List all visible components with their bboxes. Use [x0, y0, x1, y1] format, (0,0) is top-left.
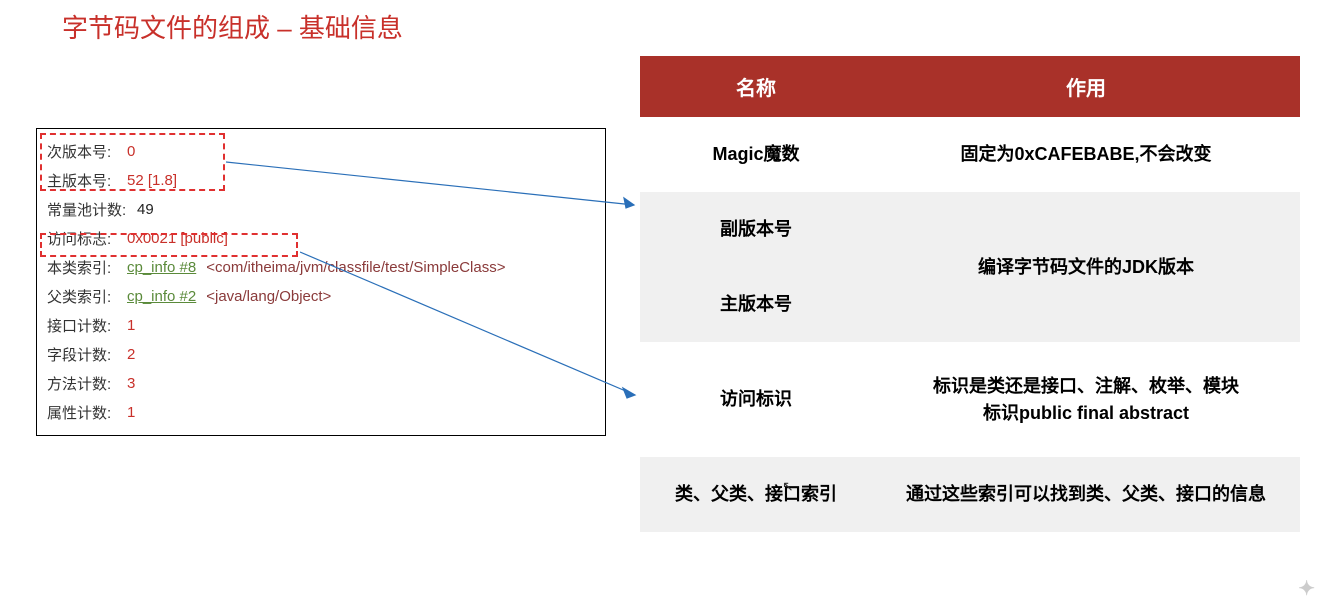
slide-title: 字节码文件的组成 – 基础信息	[62, 8, 403, 45]
fields-count-value: 2	[127, 346, 135, 363]
interfaces-count-label: 接口计数:	[47, 315, 117, 336]
methods-count-value: 3	[127, 375, 135, 392]
cell-access-name: 访问标识	[640, 342, 872, 457]
table-row: 访问标识 标识是类还是接口、注解、枚举、模块 标识public final ab…	[640, 342, 1300, 457]
watermark-icon: ✦	[1298, 576, 1315, 601]
attributes-count-label: 属性计数:	[47, 402, 117, 423]
access-flags-label: 访问标志:	[47, 228, 117, 249]
table-row: Magic魔数 固定为0xCAFEBABE,不会改变	[640, 117, 1300, 192]
constant-pool-count-label: 常量池计数:	[47, 199, 127, 220]
table-row: 副版本号 编译字节码文件的JDK版本	[640, 192, 1300, 267]
interfaces-count-value: 1	[127, 317, 135, 334]
table-header-name: 名称	[640, 56, 872, 117]
table-header-desc: 作用	[872, 56, 1300, 117]
cursor-icon: ↖	[782, 478, 794, 495]
cell-magic-name: Magic魔数	[640, 117, 872, 192]
cell-index-desc: 通过这些索引可以找到类、父类、接口的信息	[872, 457, 1300, 532]
cell-access-desc: 标识是类还是接口、注解、枚举、模块 标识public final abstrac…	[872, 342, 1300, 457]
this-class-ref: cp_info #8	[127, 259, 196, 276]
cell-magic-desc: 固定为0xCAFEBABE,不会改变	[872, 117, 1300, 192]
attributes-count-value: 1	[127, 404, 135, 421]
major-version-label: 主版本号:	[47, 170, 117, 191]
major-version-value: 52 [1.8]	[127, 172, 177, 189]
cell-index-name: 类、父类、接口索引	[640, 457, 872, 532]
arrow-to-version-row	[226, 160, 646, 210]
cell-minor-name: 副版本号	[640, 192, 872, 267]
fields-count-label: 字段计数:	[47, 344, 117, 365]
super-class-label: 父类索引:	[47, 286, 117, 307]
this-class-label: 本类索引:	[47, 257, 117, 278]
access-flags-value: 0x0021 [public]	[127, 230, 228, 247]
super-class-ref: cp_info #2	[127, 288, 196, 305]
cell-major-name: 主版本号	[640, 267, 872, 342]
minor-version-label: 次版本号:	[47, 141, 117, 162]
arrow-to-access-row	[300, 250, 645, 400]
table-row: 类、父类、接口索引 通过这些索引可以找到类、父类、接口的信息	[640, 457, 1300, 532]
constant-pool-count-value: 49	[137, 201, 154, 218]
cell-version-desc: 编译字节码文件的JDK版本	[872, 192, 1300, 342]
methods-count-label: 方法计数:	[47, 373, 117, 394]
basic-info-table: 名称 作用 Magic魔数 固定为0xCAFEBABE,不会改变 副版本号 编译…	[640, 56, 1300, 532]
minor-version-value: 0	[127, 143, 135, 160]
